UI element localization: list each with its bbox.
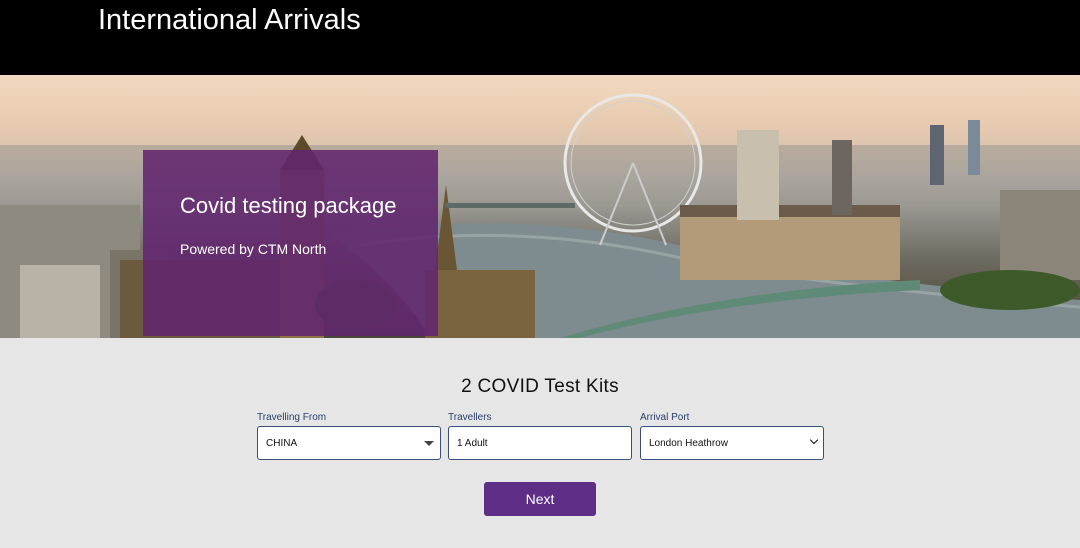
package-title: Covid testing package bbox=[180, 193, 397, 218]
next-button[interactable]: Next bbox=[484, 482, 596, 516]
travelling-from-field: Travelling From CHINA bbox=[257, 412, 441, 460]
travellers-label: Travellers bbox=[448, 412, 492, 423]
arrival-port-value: London Heathrow bbox=[649, 438, 728, 449]
hero-banner: Covid testing package Powered by CTM Nor… bbox=[0, 75, 1080, 338]
site-title: International Arrivals bbox=[98, 4, 361, 36]
travellers-field: Travellers 1 Adult bbox=[448, 412, 632, 460]
arrival-port-field: Arrival Port London Heathrow bbox=[640, 412, 824, 460]
top-header: International Arrivals bbox=[0, 0, 1080, 75]
travelling-from-value: CHINA bbox=[266, 438, 298, 449]
caret-down-icon bbox=[424, 441, 434, 446]
arrival-port-label: Arrival Port bbox=[640, 412, 690, 423]
travellers-value: 1 Adult bbox=[457, 438, 488, 449]
arrival-port-select[interactable]: London Heathrow bbox=[640, 426, 824, 460]
form-heading: 2 COVID Test Kits bbox=[461, 376, 619, 397]
package-subtitle: Powered by CTM North bbox=[180, 241, 327, 257]
booking-form: 2 COVID Test Kits Travelling From CHINA … bbox=[0, 338, 1080, 548]
travelling-from-label: Travelling From bbox=[257, 412, 327, 423]
travellers-input[interactable]: 1 Adult bbox=[448, 426, 632, 460]
chevron-down-icon bbox=[809, 435, 819, 445]
package-card: Covid testing package Powered by CTM Nor… bbox=[143, 150, 438, 336]
travelling-from-select[interactable]: CHINA bbox=[257, 426, 441, 460]
